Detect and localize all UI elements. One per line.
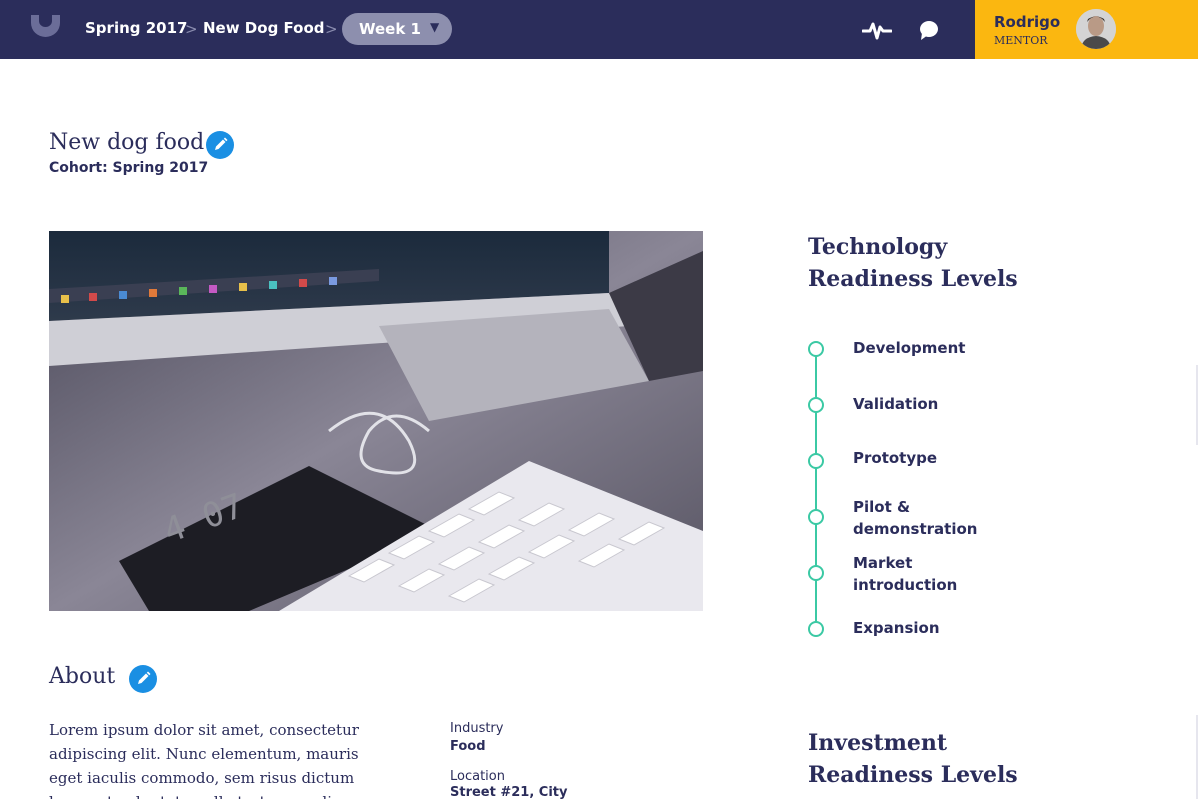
- trl-step-marker[interactable]: [808, 621, 824, 637]
- trl-step-development[interactable]: Development: [853, 337, 1013, 359]
- about-description: Lorem ipsum dolor sit amet, consectetur …: [49, 721, 359, 799]
- location-value: Street #21, City: [450, 785, 568, 799]
- trl-step-expansion[interactable]: Expansion: [853, 617, 1013, 639]
- about-heading: About: [49, 664, 116, 689]
- pencil-icon: [138, 671, 151, 684]
- trl-heading: Technology Readiness Levels: [808, 234, 1018, 292]
- chevron-down-icon: ▼: [430, 20, 440, 34]
- edit-title-button[interactable]: [206, 131, 234, 159]
- trl-step-validation[interactable]: Validation: [853, 393, 1013, 415]
- page-title: New dog food: [49, 130, 205, 155]
- chat-bubble-icon[interactable]: [918, 19, 940, 41]
- trl-step-marker[interactable]: [808, 509, 824, 525]
- pulse-icon[interactable]: [862, 18, 892, 42]
- user-menu[interactable]: Rodrigo MENTOR: [975, 0, 1198, 59]
- user-name: Rodrigo: [994, 13, 1061, 31]
- week-select[interactable]: Week 1 ▼: [342, 13, 452, 45]
- trl-step-pilot[interactable]: Pilot & demonstration: [853, 496, 983, 540]
- avatar[interactable]: [1076, 9, 1116, 49]
- pencil-icon: [215, 137, 228, 150]
- trl-timeline-line: [815, 349, 817, 629]
- logo-u-icon[interactable]: [31, 15, 60, 37]
- trl-step-market[interactable]: Market introduction: [853, 552, 963, 596]
- breadcrumb-cohort[interactable]: Spring 2017: [85, 19, 187, 37]
- trl-step-prototype[interactable]: Prototype: [853, 447, 1013, 469]
- trl-step-marker[interactable]: [808, 453, 824, 469]
- cohort-label: Cohort: Spring 2017: [49, 160, 209, 176]
- trl-step-marker[interactable]: [808, 397, 824, 413]
- irl-heading: Investment Readiness Levels: [808, 730, 1018, 788]
- breadcrumb-separator: >: [185, 20, 198, 38]
- week-select-value: Week 1: [359, 20, 421, 38]
- trl-step-marker[interactable]: [808, 341, 824, 357]
- industry-label: Industry: [450, 721, 504, 736]
- industry-value: Food: [450, 739, 486, 754]
- breadcrumb-project[interactable]: New Dog Food: [203, 19, 325, 37]
- top-navigation-bar: Spring 2017 > New Dog Food > Week 1 ▼ Ro…: [0, 0, 1198, 59]
- trl-step-marker[interactable]: [808, 565, 824, 581]
- user-role: MENTOR: [994, 34, 1048, 47]
- edit-about-button[interactable]: [129, 665, 157, 693]
- project-cover-image: 4 07: [49, 231, 703, 611]
- breadcrumb-separator: >: [325, 20, 338, 38]
- location-label: Location: [450, 769, 505, 784]
